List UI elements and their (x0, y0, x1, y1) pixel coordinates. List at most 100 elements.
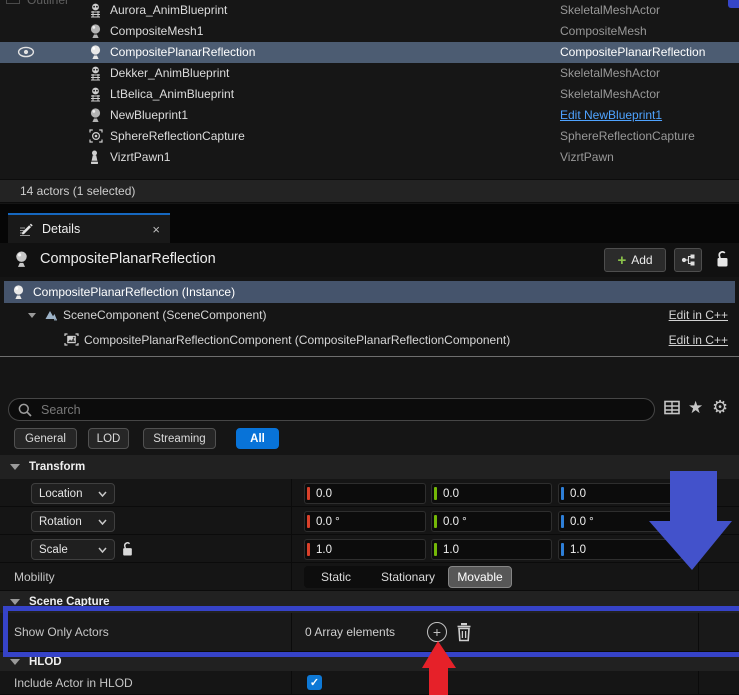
node-graph-icon (680, 253, 696, 267)
property-row-location: Location 0.0 0.0 0.0 (0, 479, 739, 507)
composite-mesh-icon (89, 24, 104, 39)
mobility-movable-option[interactable]: Movable (448, 566, 512, 588)
chevron-down-icon (98, 547, 107, 553)
details-tab-icon (18, 221, 34, 237)
planar-reflection-component-icon (64, 333, 79, 346)
mobility-stationary-option[interactable]: Stationary (368, 566, 448, 588)
outliner-row[interactable]: VizrtPawn1 VizrtPawn (0, 147, 739, 168)
actor-label[interactable]: VizrtPawn1 (110, 150, 170, 164)
mobility-segmented-control: Static Stationary Movable (304, 566, 512, 588)
outliner-row[interactable]: NewBlueprint1 Edit NewBlueprint1 (0, 105, 739, 126)
visibility-eye-icon[interactable] (17, 46, 35, 58)
display-filter-grid-icon[interactable] (664, 400, 680, 415)
outliner-panel: Outliner Aurora_AnimBlueprint SkeletalMe… (0, 0, 739, 179)
details-header: CompositePlanarReflection + Add (0, 243, 739, 277)
sphere-capture-icon (89, 129, 104, 144)
lock-open-icon[interactable] (715, 250, 730, 268)
add-component-button[interactable]: + Add (604, 248, 666, 272)
section-title: Transform (29, 461, 85, 473)
outliner-status-bar: 14 actors (1 selected) (0, 179, 739, 203)
scale-dropdown[interactable]: Scale (31, 539, 115, 560)
section-header-scene-capture[interactable]: Scene Capture (0, 591, 739, 613)
property-row-show-only-actors: Show Only Actors 0 Array elements + (0, 613, 739, 652)
composite-mesh-icon (89, 108, 104, 123)
filter-lod-button[interactable]: LOD (88, 428, 129, 449)
scale-y-field[interactable]: 1.0 (431, 539, 552, 560)
actor-label[interactable]: LtBelica_AnimBlueprint (110, 87, 234, 101)
chevron-down-icon (98, 491, 107, 497)
blueprint-graph-button[interactable] (674, 248, 702, 272)
edit-in-cpp-link[interactable]: Edit in C++ (669, 333, 728, 347)
outliner-row[interactable]: Aurora_AnimBlueprint SkeletalMeshActor (0, 0, 739, 21)
component-label: CompositePlanarReflection (Instance) (33, 285, 235, 299)
mobility-static-option[interactable]: Static (304, 566, 368, 588)
actor-label[interactable]: NewBlueprint1 (110, 108, 188, 122)
collapse-triangle-icon (10, 464, 20, 470)
actor-label[interactable]: Dekker_AnimBlueprint (110, 66, 229, 80)
outliner-row[interactable]: Dekker_AnimBlueprint SkeletalMeshActor (0, 63, 739, 84)
tab-details[interactable]: Details × (8, 213, 170, 243)
scale-z-field[interactable]: 1.0 (558, 539, 682, 560)
actor-type: SkeletalMeshActor (560, 3, 660, 17)
panel-divider (0, 356, 739, 357)
actor-label[interactable]: CompositePlanarReflection (110, 45, 255, 59)
tab-details-label: Details (42, 222, 80, 236)
favorites-star-icon[interactable]: ★ (688, 399, 703, 416)
include-hlod-label: Include Actor in HLOD (14, 676, 133, 690)
actor-label[interactable]: Aurora_AnimBlueprint (110, 3, 227, 17)
rotation-dropdown[interactable]: Rotation (31, 511, 115, 532)
selected-actor-title: CompositePlanarReflection (40, 251, 216, 267)
filter-general-button[interactable]: General (14, 428, 77, 449)
component-tree: CompositePlanarReflection (Instance) Sce… (0, 277, 739, 356)
outliner-row-selected[interactable]: CompositePlanarReflection CompositePlana… (0, 42, 739, 63)
array-elements-count: 0 Array elements (305, 625, 395, 639)
outliner-row[interactable]: SphereReflectionCapture SphereReflection… (0, 126, 739, 147)
rotation-z-field[interactable]: 0.0 ° (558, 511, 682, 532)
location-y-field[interactable]: 0.0 (431, 483, 552, 504)
skeletal-mesh-icon (89, 87, 104, 102)
add-button-label: Add (631, 253, 652, 267)
scale-lock-open-icon[interactable] (121, 541, 134, 557)
delete-array-elements-button[interactable] (456, 622, 472, 642)
property-row-include-hlod: Include Actor in HLOD ✓ (0, 671, 739, 695)
pawn-icon (89, 150, 104, 165)
search-input[interactable]: Search (8, 398, 655, 421)
edit-blueprint-link[interactable]: Edit NewBlueprint1 (560, 108, 662, 122)
component-row-selected[interactable]: CompositePlanarReflection (Instance) (4, 281, 735, 303)
rotation-y-field[interactable]: 0.0 ° (431, 511, 552, 532)
actor-label[interactable]: SphereReflectionCapture (110, 129, 245, 143)
location-x-field[interactable]: 0.0 (304, 483, 426, 504)
collapse-triangle-icon (10, 659, 20, 665)
actor-type: CompositePlanarReflection (560, 45, 705, 59)
actor-type: SphereReflectionCapture (560, 129, 695, 143)
actor-type: SkeletalMeshActor (560, 87, 660, 101)
actor-type: CompositeMesh (560, 24, 647, 38)
component-label: SceneComponent (SceneComponent) (63, 308, 266, 322)
skeletal-mesh-icon (89, 66, 104, 81)
outliner-row[interactable]: CompositeMesh1 CompositeMesh (0, 21, 739, 42)
details-search-row: Search ★ ⚙ (0, 395, 739, 425)
edit-in-cpp-link[interactable]: Edit in C++ (669, 308, 728, 322)
rotation-x-field[interactable]: 0.0 ° (304, 511, 426, 532)
filter-all-button[interactable]: All (236, 428, 279, 449)
close-icon[interactable]: × (152, 222, 160, 237)
component-row[interactable]: SceneComponent (SceneComponent) Edit in … (0, 305, 739, 327)
outliner-row[interactable]: LtBelica_AnimBlueprint SkeletalMeshActor (0, 84, 739, 105)
location-z-field[interactable]: 0.0 (558, 483, 682, 504)
skeletal-mesh-icon (89, 3, 104, 18)
scene-component-icon (44, 308, 58, 322)
add-array-element-button[interactable]: + (427, 622, 447, 642)
include-hlod-checkbox[interactable]: ✓ (307, 675, 322, 690)
component-row[interactable]: CompositePlanarReflectionComponent (Comp… (0, 330, 739, 352)
section-header-transform[interactable]: Transform (0, 455, 739, 479)
scale-x-field[interactable]: 1.0 (304, 539, 426, 560)
filter-streaming-button[interactable]: Streaming (143, 428, 216, 449)
section-header-hlod[interactable]: HLOD (0, 652, 739, 671)
expander-triangle-icon[interactable] (28, 313, 36, 318)
chevron-down-icon (98, 519, 107, 525)
location-dropdown[interactable]: Location (31, 483, 115, 504)
settings-gear-icon[interactable]: ⚙ (712, 398, 728, 416)
section-title: Scene Capture (29, 596, 110, 608)
search-icon (18, 403, 32, 417)
actor-label[interactable]: CompositeMesh1 (110, 24, 203, 38)
